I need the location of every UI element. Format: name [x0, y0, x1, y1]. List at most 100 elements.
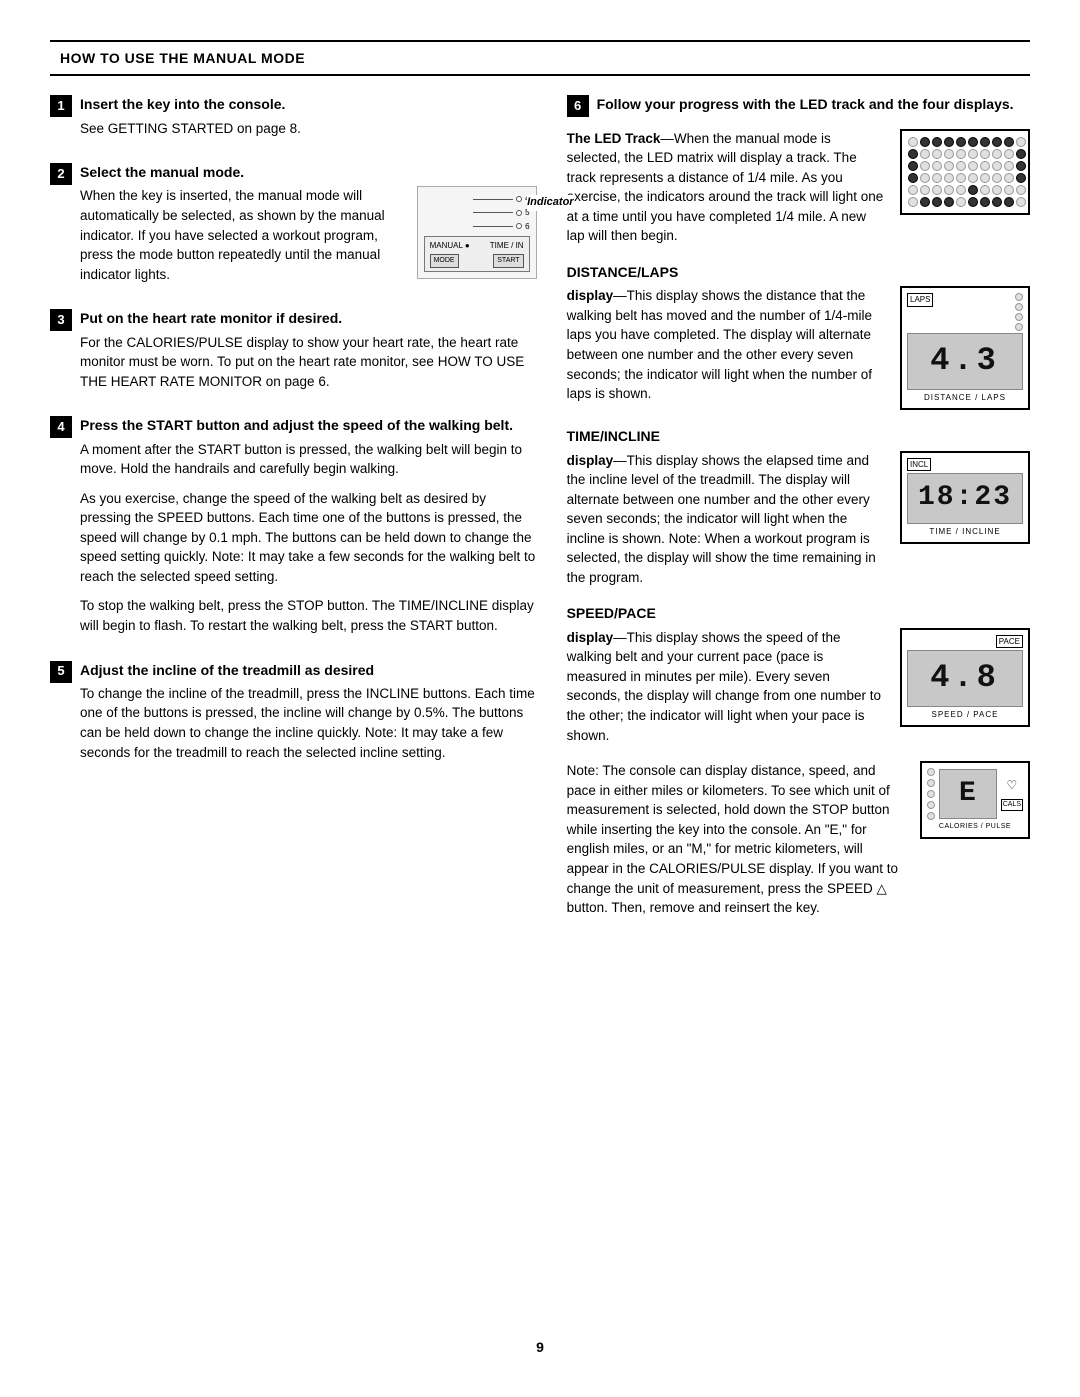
heart-icon: ♡ — [1006, 777, 1017, 794]
step-5-block: 5 Adjust the incline of the treadmill as… — [50, 660, 537, 773]
time-incline-section: TIME/INCLINE display—This display shows … — [567, 426, 1030, 587]
speed-pace-row: display—This display shows the speed of … — [567, 628, 1030, 745]
time-body: This display shows the elapsed time and … — [567, 453, 876, 585]
led-dot — [992, 161, 1002, 171]
indicator-line-2 — [473, 212, 513, 213]
led-dot — [980, 137, 990, 147]
led-dot — [920, 161, 930, 171]
led-dot — [980, 149, 990, 159]
calories-pulse-section: Note: The console can display distance, … — [567, 761, 1030, 918]
console-btn-row: MODE START — [430, 254, 524, 268]
console-diagram-inner: 4 5 6 — [424, 193, 530, 232]
console-box: MANUAL ● TIME / IN MODE START — [424, 236, 530, 272]
led-dot — [992, 185, 1002, 195]
cal-dot-3 — [927, 790, 935, 798]
step-3-number: 3 — [50, 309, 72, 331]
step-4-title: Press the START button and adjust the sp… — [80, 415, 537, 435]
time-incline-display: 18:23 — [907, 473, 1023, 524]
distance-laps-title: DISTANCE/LAPS — [567, 262, 1030, 282]
step-6-block: 6 Follow your progress with the LED trac… — [567, 94, 1030, 118]
console-top-row: MANUAL ● TIME / IN — [430, 240, 524, 252]
led-dot — [992, 197, 1002, 207]
step-3-title: Put on the heart rate monitor if desired… — [80, 308, 537, 328]
calories-pulse-bottom-label: CALORIES / PULSE — [927, 822, 1023, 832]
step-4-number: 4 — [50, 416, 72, 438]
indicator-num-3: 6 — [525, 221, 529, 233]
header-title: HOW TO USE THE MANUAL MODE — [60, 50, 305, 66]
led-dot — [944, 137, 954, 147]
step-3-body: For the CALORIES/PULSE display to show y… — [80, 333, 537, 392]
led-dot — [908, 197, 918, 207]
speed-pace-bottom-label: SPEED / PACE — [907, 709, 1023, 721]
indicator-row-3: 6 — [473, 221, 529, 233]
distance-laps-display: 4.3 — [907, 333, 1023, 389]
speed-pace-display: 4.8 — [907, 650, 1023, 706]
step-5-title: Adjust the incline of the treadmill as d… — [80, 660, 537, 680]
indicator-line-1 — [473, 199, 513, 200]
indicator-row-1: 4 — [473, 193, 529, 205]
led-dot — [956, 149, 966, 159]
distance-laps-row: display—This display shows the distance … — [567, 286, 1030, 410]
step-4-para1: A moment after the START button is press… — [80, 440, 537, 479]
two-column-layout: 1 Insert the key into the console. See G… — [50, 94, 1030, 1316]
speed-display-label: display — [567, 630, 614, 645]
calories-display: E — [939, 769, 997, 820]
distance-display-label: display — [567, 288, 614, 303]
led-dot — [1016, 173, 1026, 183]
dlaps-right-dots — [1015, 293, 1023, 331]
cal-inner: E ♡ CALS — [927, 768, 1023, 820]
indicator-dot-3 — [516, 223, 522, 229]
led-dot — [980, 173, 990, 183]
step-5-body: To change the incline of the treadmill, … — [80, 684, 537, 762]
led-dot — [1004, 149, 1014, 159]
time-display-label: display — [567, 453, 614, 468]
laps-label: LAPS — [907, 293, 933, 307]
distance-laps-text: display—This display shows the distance … — [567, 286, 886, 403]
step-6-number: 6 — [567, 95, 589, 117]
indicator-row-2: 5 — [473, 207, 529, 219]
section-header: HOW TO USE THE MANUAL MODE — [50, 40, 1030, 76]
speed-body: This display shows the speed of the walk… — [567, 630, 881, 743]
led-dot — [956, 197, 966, 207]
calories-note-end: button. Then, remove and reinsert the ke… — [567, 900, 820, 915]
step-6-title: Follow your progress with the LED track … — [597, 94, 1030, 114]
speed-pace-title: SPEED/PACE — [567, 603, 1030, 623]
led-dot — [1016, 137, 1026, 147]
led-dot — [920, 185, 930, 195]
led-dot — [992, 137, 1002, 147]
led-dot — [908, 185, 918, 195]
step-3-block: 3 Put on the heart rate monitor if desir… — [50, 308, 537, 401]
step-2-content: Select the manual mode. When the key is … — [80, 162, 537, 294]
led-dot — [968, 173, 978, 183]
led-dot — [932, 149, 942, 159]
distance-laps-panel: LAPS 4.3 DISTANCE / LAPS — [900, 286, 1030, 410]
led-dot — [944, 173, 954, 183]
led-dot — [956, 185, 966, 195]
step-2-body-text: When the key is inserted, the manual mod… — [80, 186, 405, 294]
led-track-section: The LED Track—When the manual mode is se… — [567, 129, 1030, 246]
led-dot — [968, 185, 978, 195]
led-dot — [968, 161, 978, 171]
time-in-label: TIME / IN — [490, 240, 524, 252]
led-dash: — — [660, 131, 674, 146]
led-dot — [1004, 137, 1014, 147]
step-4-para2: As you exercise, change the speed of the… — [80, 489, 537, 587]
led-track-subtitle: The LED Track — [567, 131, 661, 146]
manual-label: MANUAL ● — [430, 240, 470, 252]
speed-dash: — — [613, 630, 627, 645]
incl-label: INCL — [907, 458, 931, 472]
cal-dot-1 — [927, 768, 935, 776]
led-dot — [992, 149, 1002, 159]
led-dot — [968, 149, 978, 159]
calories-note-intro: Note: The console can display distance, … — [567, 763, 898, 895]
led-dot — [1004, 173, 1014, 183]
led-dot — [1016, 197, 1026, 207]
led-track-body: When the manual mode is selected, the LE… — [567, 131, 884, 244]
step-4-para3: To stop the walking belt, press the STOP… — [80, 596, 537, 635]
led-track-row: The LED Track—When the manual mode is se… — [567, 129, 1030, 246]
led-dot — [1016, 161, 1026, 171]
page-number: 9 — [50, 1337, 1030, 1357]
dlaps-top: LAPS — [907, 293, 1023, 331]
led-dot — [944, 149, 954, 159]
led-dot — [992, 173, 1002, 183]
